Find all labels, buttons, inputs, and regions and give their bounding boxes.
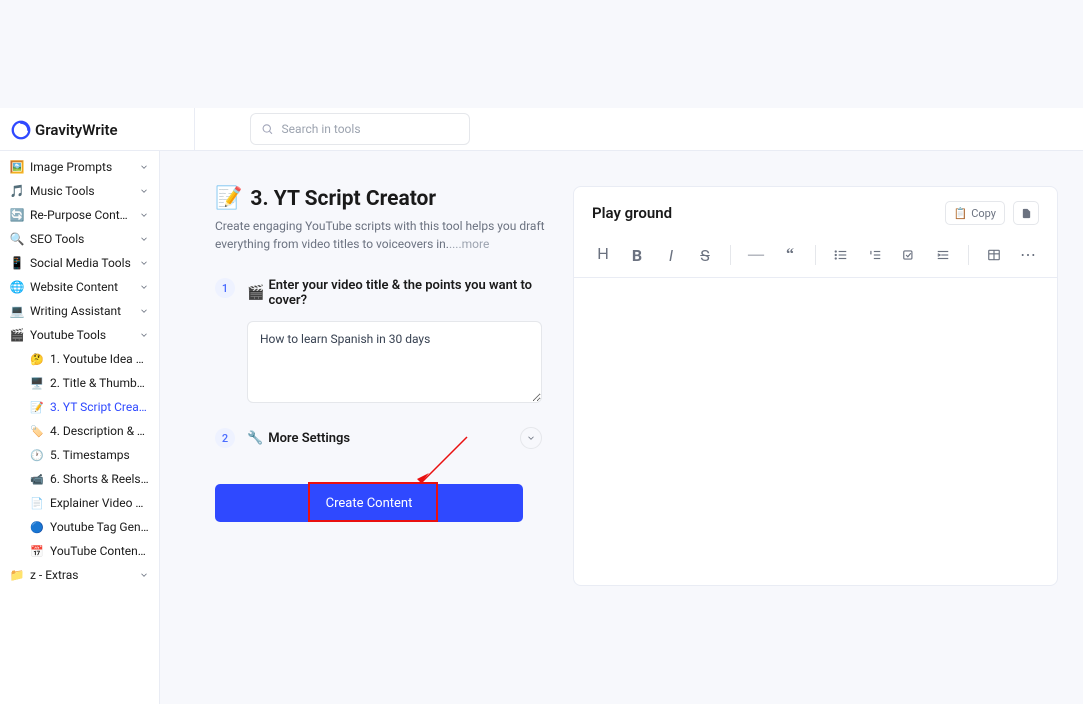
header: GravityWrite <box>0 108 1083 151</box>
chevron-down-icon <box>139 306 149 316</box>
top-spacer <box>0 0 1083 108</box>
heading-button[interactable]: H <box>588 241 618 269</box>
expand-settings-button[interactable] <box>520 427 542 449</box>
chevron-down-icon <box>139 570 149 580</box>
nav-icon: 🔄 <box>10 208 24 222</box>
sub-icon: 📅 <box>30 544 44 558</box>
chevron-down-icon <box>526 433 536 443</box>
sidebar-sub-item[interactable]: 🕐5. Timestamps <box>0 443 159 467</box>
chevron-down-icon <box>139 330 149 340</box>
page-description: Create engaging YouTube scripts with thi… <box>215 217 555 253</box>
nav-icon: 🌐 <box>10 280 24 294</box>
sidebar-sub-item[interactable]: 📅YouTube Content Pl... <box>0 539 159 563</box>
checklist-button[interactable] <box>894 241 924 269</box>
chevron-down-icon <box>139 186 149 196</box>
title-input[interactable] <box>247 321 542 403</box>
sidebar-item[interactable]: 📱Social Media Tools <box>0 251 159 275</box>
sidebar-item[interactable]: 🎵Music Tools <box>0 179 159 203</box>
bold-button[interactable]: B <box>622 241 652 269</box>
more-link[interactable]: ....more <box>449 237 489 251</box>
create-content-button[interactable]: Create Content <box>215 484 523 522</box>
playground-title: Play ground <box>592 204 672 222</box>
separator <box>815 245 816 265</box>
nav-icon: 🔍 <box>10 232 24 246</box>
sidebar-item[interactable]: 🌐Website Content <box>0 275 159 299</box>
sub-icon: 📄 <box>30 496 44 510</box>
step-2-badge: 2 <box>215 428 235 448</box>
sidebar-item-extras[interactable]: 📁 z - Extras <box>0 563 159 587</box>
playground-panel: Play ground 📋 Copy H B I <box>573 186 1058 586</box>
sidebar-sub-item[interactable]: 🏷️4. Description & Tags <box>0 419 159 443</box>
table-button[interactable] <box>979 241 1009 269</box>
editor-toolbar: H B I S — “ ⋯ <box>574 233 1057 278</box>
separator <box>730 245 731 265</box>
sidebar-item[interactable]: 🔍SEO Tools <box>0 227 159 251</box>
search-icon <box>261 122 274 136</box>
sub-icon: 🖥️ <box>30 376 44 390</box>
nav-icon: 📱 <box>10 256 24 270</box>
nav-icon: 💻 <box>10 304 24 318</box>
sub-icon: 🕐 <box>30 448 44 462</box>
form-panel: 📝 3. YT Script Creator Create engaging Y… <box>215 186 555 679</box>
page-title: 📝 3. YT Script Creator <box>215 186 555 211</box>
bullet-list-button[interactable] <box>826 241 856 269</box>
sidebar-sub-item[interactable]: 📝3. YT Script Creator <box>0 395 159 419</box>
logo[interactable]: GravityWrite <box>0 108 195 151</box>
indent-button[interactable] <box>928 241 958 269</box>
field-label: 🎬 Enter your video title & the points yo… <box>247 278 555 308</box>
nav-icon: 🖼️ <box>10 160 24 174</box>
nav-icon: 🎬 <box>10 328 24 342</box>
wrench-icon: 🔧 <box>247 431 263 446</box>
sub-icon: 🤔 <box>30 352 44 366</box>
download-button[interactable] <box>1013 201 1039 225</box>
copy-button[interactable]: 📋 Copy <box>945 201 1005 225</box>
sidebar-sub-item[interactable]: 📹6. Shorts & Reels Cr... <box>0 467 159 491</box>
quote-button[interactable]: “ <box>775 241 805 269</box>
more-settings-label: 🔧 More Settings <box>247 431 508 446</box>
sub-icon: 📝 <box>30 400 44 414</box>
sub-icon: 🔵 <box>30 520 44 534</box>
search-input-wrap[interactable] <box>250 113 470 145</box>
sidebar-sub-item[interactable]: 📄Explainer Video Script <box>0 491 159 515</box>
folder-icon: 📁 <box>10 568 24 582</box>
sidebar-sub-item[interactable]: 🤔1. Youtube Idea Gen... <box>0 347 159 371</box>
chevron-down-icon <box>139 234 149 244</box>
italic-button[interactable]: I <box>656 241 686 269</box>
sidebar-item[interactable]: 💻Writing Assistant <box>0 299 159 323</box>
logo-text: GravityWrite <box>35 121 118 139</box>
nav-icon: 🎵 <box>10 184 24 198</box>
sub-icon: 📹 <box>30 472 44 486</box>
chevron-down-icon <box>139 210 149 220</box>
sidebar[interactable]: 🖼️Image Prompts🎵Music Tools🔄Re-Purpose C… <box>0 151 160 704</box>
chevron-down-icon <box>139 162 149 172</box>
search-input[interactable] <box>282 122 459 136</box>
file-icon <box>1021 208 1032 219</box>
clipboard-icon: 📋 <box>954 207 968 220</box>
number-list-button[interactable] <box>860 241 890 269</box>
logo-icon <box>10 119 32 141</box>
sidebar-sub-item[interactable]: 🔵Youtube Tag Genera... <box>0 515 159 539</box>
sidebar-item[interactable]: 🔄Re-Purpose Content <box>0 203 159 227</box>
strike-button[interactable]: S <box>690 241 720 269</box>
chevron-down-icon <box>139 258 149 268</box>
hr-button[interactable]: — <box>741 241 771 269</box>
sidebar-item[interactable]: 🎬Youtube Tools <box>0 323 159 347</box>
memo-icon: 📝 <box>215 186 242 211</box>
step-1-badge: 1 <box>215 278 235 298</box>
chevron-down-icon <box>139 282 149 292</box>
sidebar-item[interactable]: 🖼️Image Prompts <box>0 155 159 179</box>
sub-icon: 🏷️ <box>30 424 44 438</box>
content: 📝 3. YT Script Creator Create engaging Y… <box>160 151 1083 704</box>
more-button[interactable]: ⋯ <box>1013 241 1043 269</box>
clapper-icon: 🎬 <box>247 285 264 301</box>
separator <box>968 245 969 265</box>
sidebar-sub-item[interactable]: 🖥️2. Title & Thumbnail ... <box>0 371 159 395</box>
